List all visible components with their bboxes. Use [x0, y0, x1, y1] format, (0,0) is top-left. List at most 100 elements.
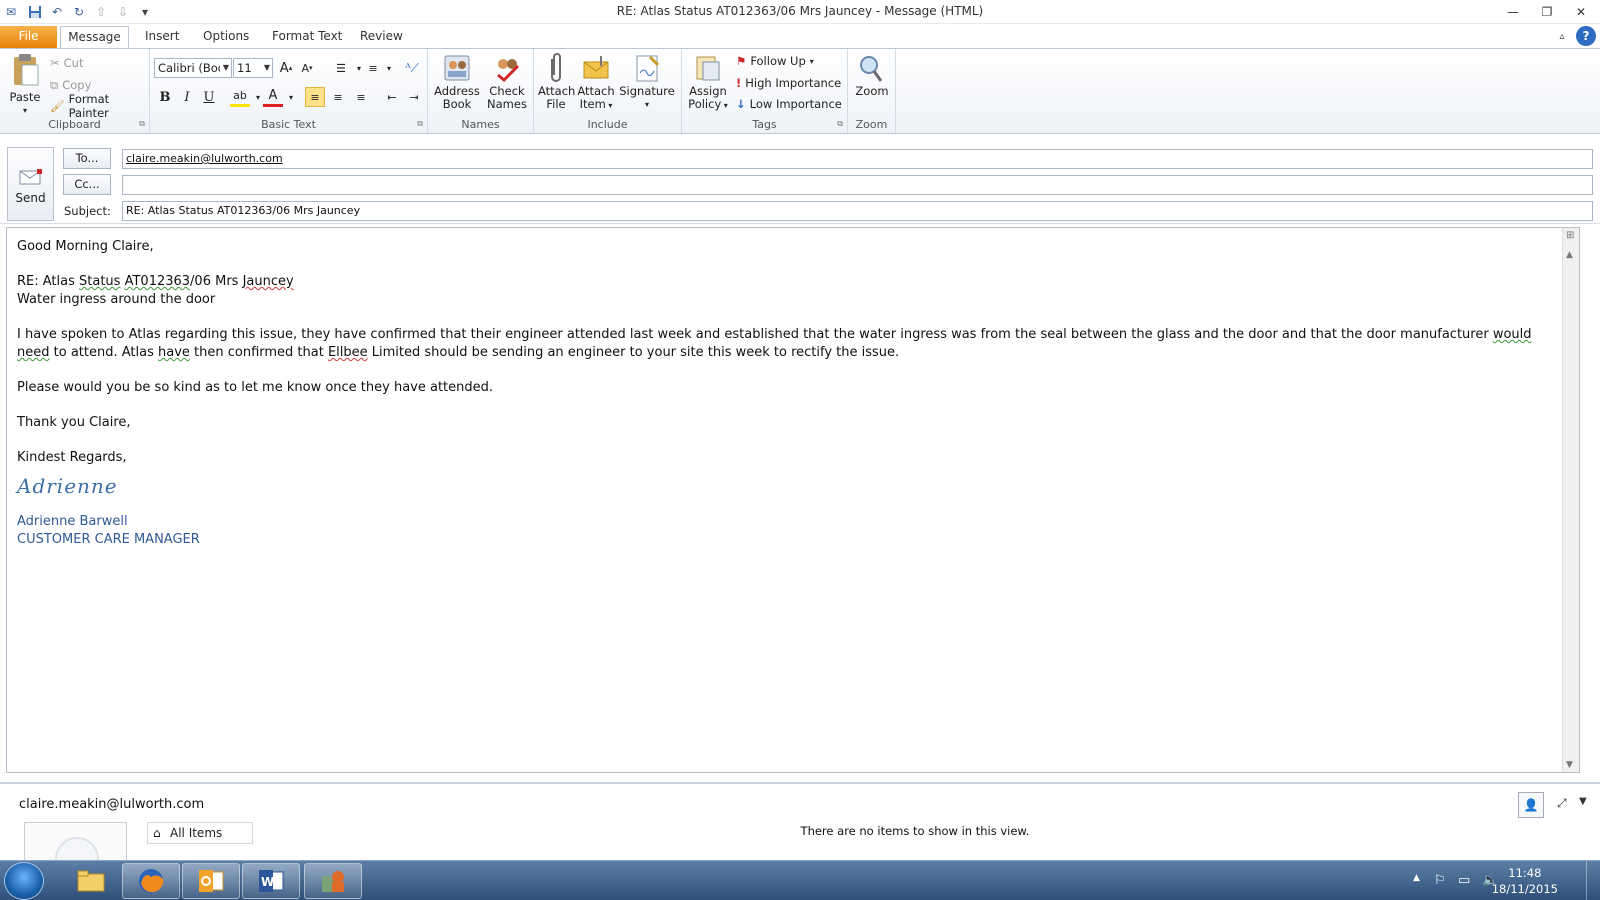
contact-photo-icon[interactable]: 👤 — [1518, 792, 1544, 818]
taskbar-word[interactable]: W — [242, 863, 300, 899]
italic-icon[interactable]: I — [177, 87, 197, 107]
para1-part-a: I have spoken to Atlas regarding this is… — [17, 327, 1493, 342]
font-name-combo[interactable]: Calibri (Body) ▼ — [154, 58, 232, 78]
start-button[interactable] — [4, 862, 44, 900]
bold-icon[interactable]: B — [155, 87, 175, 107]
attach-item-button[interactable]: Attach Item ▾ — [576, 53, 616, 112]
align-center-icon[interactable]: ≡ — [328, 87, 348, 107]
tab-options[interactable]: Options — [193, 26, 259, 48]
clipboard-launcher-icon[interactable]: ⧉ — [139, 119, 145, 129]
message-body-content[interactable]: Good Morning Claire, RE: Atlas Status AT… — [17, 238, 1567, 549]
format-painter-button[interactable]: 🖌 Format Painter — [50, 92, 149, 120]
clock-time: 11:48 — [1508, 866, 1542, 880]
regards-line: Kindest Regards, — [17, 450, 127, 465]
format-painter-label: Format Painter — [68, 92, 110, 120]
show-hidden-icons[interactable]: ▲ — [1413, 873, 1420, 883]
ribbon: Paste ▾ ✂ Cut ⧉ Copy 🖌 Format Painter Clipb… — [0, 48, 1600, 134]
underline-icon[interactable]: U — [199, 87, 219, 107]
taskbar-app[interactable] — [304, 863, 362, 899]
minimize-button[interactable]: — — [1502, 3, 1524, 21]
check-names-label-2: Names — [487, 97, 527, 111]
font-size-combo[interactable]: 11 ▼ — [233, 58, 273, 78]
shrink-font-icon[interactable]: A ▾ — [297, 58, 317, 78]
system-clock[interactable]: 11:48 18/11/2015 — [1492, 865, 1558, 897]
taskbar-explorer[interactable] — [62, 863, 120, 899]
subject-field[interactable]: RE: Atlas Status AT012363/06 Mrs Jauncey — [122, 201, 1593, 221]
para1-part-c: then confirmed that — [189, 345, 328, 360]
signature-title: CUSTOMER CARE MANAGER — [17, 532, 200, 547]
ref-status: Status — [79, 274, 121, 289]
address-book-button[interactable]: Address Book — [432, 53, 482, 111]
zoom-button[interactable]: Zoom — [852, 53, 892, 98]
increase-indent-icon[interactable]: ⇥ — [404, 87, 424, 107]
numbering-dropdown-icon[interactable]: ▾ — [379, 58, 399, 78]
check-names-button[interactable]: Check Names — [484, 53, 530, 111]
action-center-flag-icon[interactable]: ⚐ — [1434, 873, 1446, 888]
attach-file-button[interactable]: Attach File — [538, 53, 575, 111]
tab-file[interactable]: File — [0, 26, 57, 48]
font-color-dropdown-icon[interactable]: ▾ — [281, 87, 301, 107]
font-name-value: Calibri (Body) — [158, 61, 220, 75]
clear-formatting-icon[interactable]: ᴬ⟋ — [402, 58, 422, 78]
assign-policy-button[interactable]: Assign Policy ▾ — [686, 53, 730, 112]
copy-label: Copy — [62, 78, 92, 92]
restore-button[interactable]: ❐ — [1536, 3, 1558, 21]
tab-insert[interactable]: Insert — [135, 26, 189, 48]
show-desktop-button[interactable] — [1586, 861, 1600, 900]
address-book-icon — [444, 55, 470, 81]
cut-button[interactable]: ✂ Cut — [50, 53, 83, 73]
highlight-icon[interactable]: ab — [230, 87, 250, 107]
message-body[interactable]: Good Morning Claire, RE: Atlas Status AT… — [6, 227, 1580, 773]
body-scrollbar[interactable]: ⊞ ▲ ▼ — [1562, 228, 1579, 772]
clock-date: 18/11/2015 — [1491, 882, 1558, 896]
network-icon[interactable]: ▭ — [1458, 873, 1470, 888]
group-clipboard: Paste ▾ ✂ Cut ⧉ Copy 🖌 Format Painter Clipb… — [0, 49, 150, 133]
to-field[interactable]: claire.meakin@lulworth.com — [122, 149, 1593, 169]
scroll-down-icon[interactable]: ▼ — [1566, 760, 1573, 770]
ruler-icon[interactable]: ⊞ — [1566, 230, 1574, 241]
high-importance-button[interactable]: ! High Importance — [736, 73, 841, 93]
cc-field[interactable] — [122, 175, 1593, 195]
tab-format-text[interactable]: Format Text — [262, 26, 352, 48]
para1-have: have — [157, 345, 190, 360]
signature-script: Adrienne — [17, 474, 118, 498]
ref-line2: Water ingress around the door — [17, 292, 216, 307]
minimize-ribbon-icon[interactable]: ▵ — [1554, 27, 1570, 45]
send-button[interactable]: Send — [7, 147, 54, 221]
chevron-down-icon[interactable]: ▼ — [1579, 796, 1587, 807]
tab-review[interactable]: Review — [350, 26, 413, 48]
grow-font-icon[interactable]: A ▴ — [276, 58, 296, 78]
font-color-icon[interactable]: A — [263, 87, 283, 107]
scissors-icon: ✂ — [50, 56, 60, 70]
basic-text-launcher-icon[interactable]: ⧉ — [417, 119, 423, 129]
signature-name: Adrienne Barwell — [17, 514, 128, 529]
assign-policy-label-2: Policy — [688, 97, 722, 111]
paste-dropdown-icon[interactable]: ▾ — [6, 104, 44, 117]
paste-button[interactable]: Paste ▾ — [6, 53, 44, 117]
decrease-indent-icon[interactable]: ⇤ — [382, 87, 402, 107]
low-importance-button[interactable]: ↓ Low Importance — [736, 94, 842, 114]
taskbar-firefox[interactable] — [122, 863, 180, 899]
chevron-down-icon: ▾ — [644, 100, 649, 109]
align-right-icon[interactable]: ≡ — [351, 87, 371, 107]
firefox-icon — [139, 869, 164, 893]
scroll-up-icon[interactable]: ▲ — [1566, 250, 1573, 260]
taskbar-outlook[interactable] — [182, 863, 240, 899]
close-button[interactable]: ✕ — [1570, 3, 1592, 21]
expand-icon[interactable]: ⤢ — [1557, 796, 1567, 811]
signature-button[interactable]: Signature ▾ — [618, 53, 676, 111]
paste-icon — [14, 54, 39, 86]
group-tags: Assign Policy ▾ ⚑ Follow Up ▾ ! High Import… — [682, 49, 848, 133]
tab-message[interactable]: Message — [60, 26, 129, 48]
bullets-icon[interactable]: ☰ — [331, 58, 351, 78]
cc-button[interactable]: Cc... — [63, 174, 111, 195]
help-icon[interactable]: ? — [1576, 26, 1596, 46]
to-button[interactable]: To... — [63, 148, 111, 169]
chevron-down-icon: ▾ — [605, 101, 613, 110]
follow-up-button[interactable]: ⚑ Follow Up ▾ — [736, 51, 814, 71]
paragraph-1: I have spoken to Atlas regarding this is… — [17, 326, 1567, 362]
tags-launcher-icon[interactable]: ⧉ — [837, 119, 843, 129]
align-left-icon[interactable]: ≡ — [305, 87, 325, 107]
basic-text-group-label: Basic Text — [261, 118, 316, 131]
zoom-label: Zoom — [855, 84, 889, 98]
